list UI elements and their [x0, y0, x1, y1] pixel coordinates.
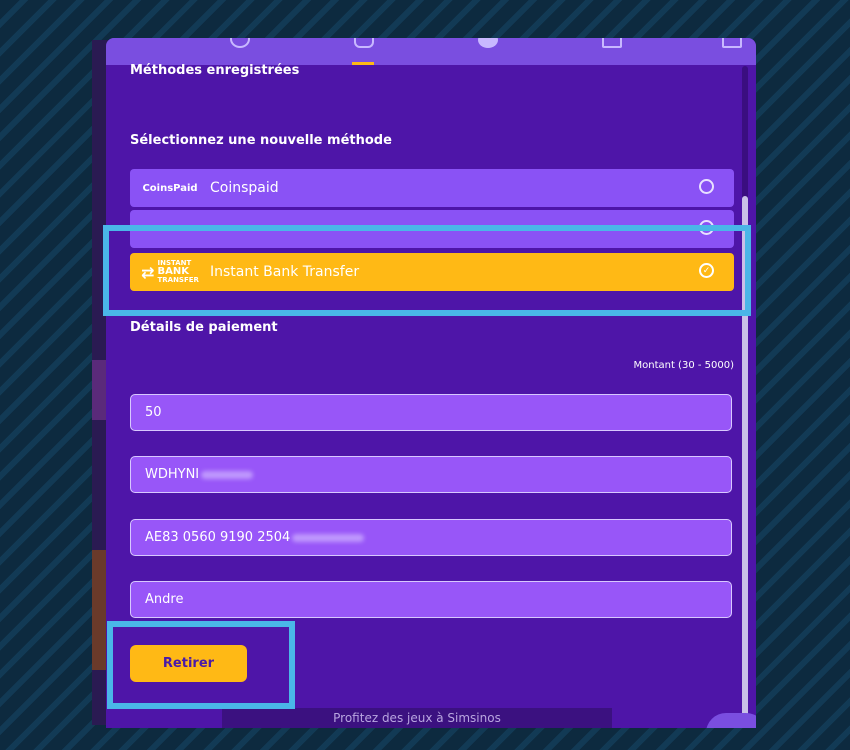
method-label: Instant Bank Transfer — [210, 264, 360, 280]
radio-button[interactable] — [699, 220, 714, 235]
infinity-logo: INFINITY — [152, 225, 188, 233]
info-icon[interactable] — [230, 38, 250, 48]
withdraw-button[interactable]: Retirer — [130, 645, 247, 682]
method-coinspaid[interactable]: CoinsPaid Coinspaid — [130, 169, 734, 207]
mail-icon[interactable] — [722, 38, 742, 48]
scrollbar-thumb[interactable] — [742, 196, 748, 716]
swift-value: WDHYNI — [145, 467, 200, 482]
document-icon[interactable] — [602, 38, 622, 48]
payment-details-heading: Détails de paiement — [130, 320, 278, 335]
footer-banner: Profitez des jeux à Simsinos — [222, 708, 612, 728]
account-name-value: Andre — [145, 592, 184, 607]
amount-range-label: Montant (30 - 5000) — [633, 360, 734, 371]
redacted-text — [292, 533, 365, 542]
iban-value: AE83 0560 9190 2504 — [145, 530, 291, 545]
active-tab-indicator — [352, 62, 374, 65]
radio-button[interactable] — [699, 179, 714, 194]
chat-button[interactable] — [706, 713, 756, 728]
method-infinity[interactable]: INFINITY — [130, 210, 734, 248]
modal-tab-bar — [106, 38, 756, 65]
withdraw-tab-icon[interactable] — [354, 38, 374, 48]
new-method-heading: Sélectionnez une nouvelle méthode — [130, 133, 392, 148]
transfer-arrows-icon: ⇄ — [141, 262, 155, 282]
instant-bank-transfer-logo: ⇄ INSTANT BANK TRANSFER — [141, 259, 199, 284]
method-label: Coinspaid — [210, 180, 279, 196]
scrollbar[interactable] — [742, 66, 748, 716]
user-icon[interactable] — [478, 38, 498, 48]
radio-button-checked[interactable]: ✓ — [699, 263, 714, 278]
saved-methods-heading: Méthodes enregistrées — [130, 63, 300, 78]
redacted-text — [201, 470, 254, 479]
iban-field[interactable]: AE83 0560 9190 2504 — [130, 519, 732, 556]
swift-field[interactable]: WDHYNI — [130, 456, 732, 493]
account-name-field[interactable]: Andre — [130, 581, 732, 618]
method-instant-bank-transfer[interactable]: ⇄ INSTANT BANK TRANSFER Instant Bank Tra… — [130, 253, 734, 291]
amount-value: 50 — [145, 405, 162, 420]
coinspaid-logo: CoinsPaid — [142, 182, 198, 194]
check-icon: ✓ — [702, 265, 711, 276]
withdraw-modal: Méthodes enregistrées Sélectionnez une n… — [106, 38, 756, 728]
amount-field[interactable]: 50 — [130, 394, 732, 431]
